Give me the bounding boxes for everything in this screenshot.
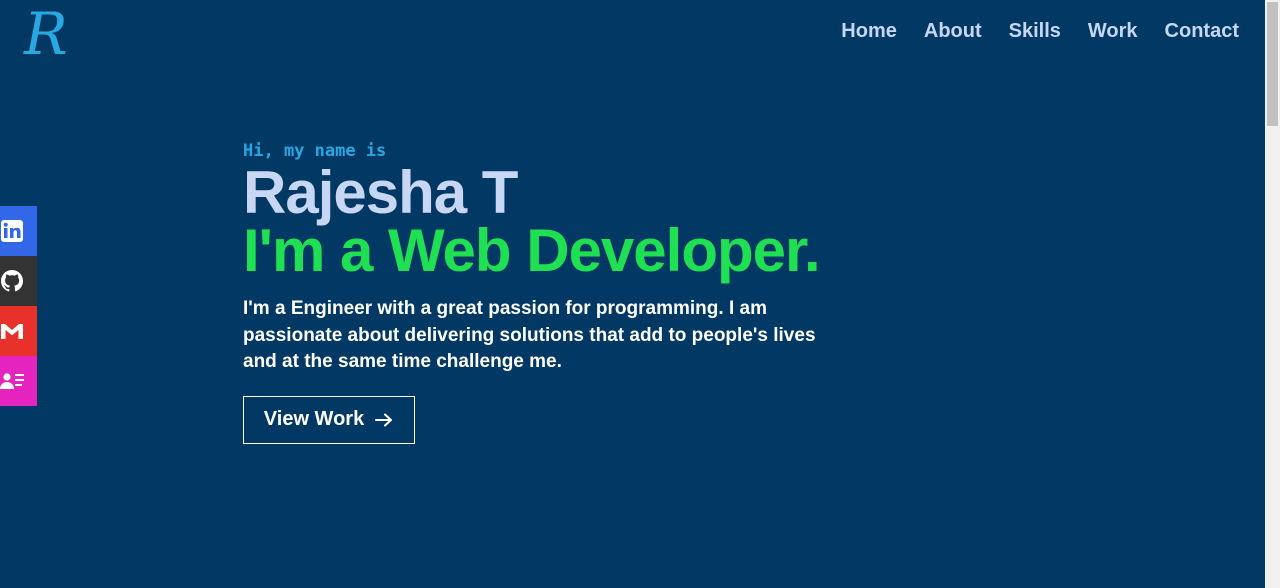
hero-section: Hi, my name is Rajesha T I'm a Web Devel… [243,140,823,444]
hero-role: I'm a Web Developer. [243,217,821,284]
social-sidebar [0,206,37,406]
hero-bio: I'm a Engineer with a great passion for … [243,298,816,372]
nav-about-link[interactable]: About [924,18,982,46]
nav-home-link[interactable]: Home [841,18,897,46]
page-scrollbar[interactable] [1265,0,1280,588]
view-work-label: View Work [263,408,365,430]
gmail-link[interactable] [0,306,37,356]
main-nav: Home About Skills Work Contact [841,18,1239,46]
nav-skills-link[interactable]: Skills [1009,18,1061,46]
github-link[interactable] [0,256,37,306]
linkedin-link[interactable] [0,206,37,256]
github-icon [1,270,23,292]
scrollbar-thumb[interactable] [1267,2,1278,126]
gmail-icon [1,324,23,339]
view-work-button[interactable]: View Work [243,395,415,444]
contact-card-link[interactable] [0,356,37,406]
nav-work-link[interactable]: Work [1088,18,1138,46]
nav-contact-link[interactable]: Contact [1165,18,1239,46]
logo-letter: R [23,2,68,66]
arrow-right-icon [375,413,393,426]
hero-name: Rajesha T [243,159,518,226]
site-logo[interactable]: R [20,0,72,68]
linkedin-icon [1,220,23,242]
contact-card-icon [0,373,24,389]
